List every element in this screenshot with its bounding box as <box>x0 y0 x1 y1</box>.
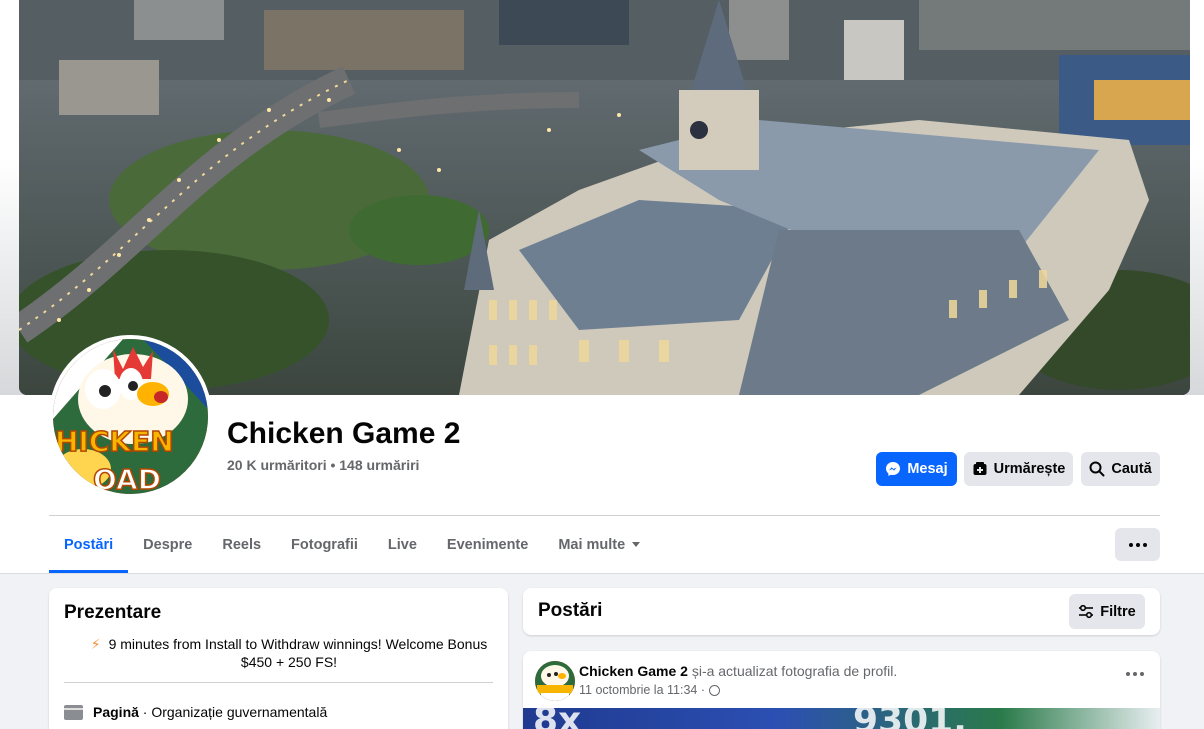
search-label: Caută <box>1111 461 1152 477</box>
profile-header: HICKEN OAD Chicken Game 2 20 K urmăritor… <box>0 0 1204 574</box>
tab-events[interactable]: Evenimente <box>432 516 543 573</box>
post-card: Chicken Game 2 și-a actualizat fotografi… <box>523 651 1160 729</box>
cover-backdrop <box>0 0 1204 395</box>
svg-text:HICKEN: HICKEN <box>55 425 174 458</box>
page-stats[interactable]: 20 K urmăritori • 148 urmăriri <box>227 456 419 474</box>
tab-live[interactable]: Live <box>373 516 432 573</box>
intro-divider <box>64 682 493 683</box>
filter-button[interactable]: Filtre <box>1069 594 1145 629</box>
bolt-icon: ⚡ <box>90 636 101 652</box>
search-icon <box>1089 461 1105 477</box>
intro-title: Prezentare <box>64 602 162 623</box>
more-options-button[interactable] <box>1115 528 1160 561</box>
svg-text:9301.: 9301. <box>853 708 967 729</box>
ellipsis-icon <box>1128 542 1133 547</box>
tab-more[interactable]: Mai multe <box>543 516 655 573</box>
post-headline: Chicken Game 2 și-a actualizat fotografi… <box>579 663 898 679</box>
message-button[interactable]: Mesaj <box>876 452 957 486</box>
tab-posts[interactable]: Postări <box>49 516 129 573</box>
category-icon <box>64 704 83 720</box>
tab-photos[interactable]: Fotografii <box>276 516 373 573</box>
post-date[interactable]: 11 octombrie la 11:34 · <box>579 683 705 697</box>
ellipsis-icon <box>1126 672 1130 676</box>
globe-icon <box>709 684 720 696</box>
post-author-avatar[interactable] <box>535 661 575 701</box>
message-label: Mesaj <box>907 461 948 477</box>
post-meta: 11 octombrie la 11:34 · <box>579 683 720 697</box>
svg-text:8x: 8x <box>533 708 581 729</box>
posts-title: Postări <box>538 600 603 621</box>
tab-about[interactable]: Despre <box>128 516 207 573</box>
follow-icon <box>973 462 987 475</box>
filter-icon <box>1079 604 1094 618</box>
tab-reels[interactable]: Reels <box>207 516 276 573</box>
caret-down-icon <box>632 542 641 547</box>
intro-card: Prezentare ⚡ 9 minutes from Install to Wi… <box>49 588 508 729</box>
post-image[interactable]: 8x 9301. <box>523 708 1160 729</box>
search-button[interactable]: Caută <box>1081 452 1160 486</box>
filter-label: Filtre <box>1100 603 1136 620</box>
svg-text:OAD: OAD <box>93 463 161 494</box>
post-options-button[interactable] <box>1126 669 1146 679</box>
profile-tabs: Postări Despre Reels Fotografii Live Eve… <box>49 516 655 574</box>
header-bottom-border <box>0 573 1204 574</box>
page-avatar[interactable]: HICKEN OAD <box>49 335 212 498</box>
cover-photo[interactable] <box>19 0 1190 395</box>
intro-category: Pagină · Organizație guvernamentală <box>64 704 327 720</box>
follow-label: Urmărește <box>993 461 1066 477</box>
post-author-link[interactable]: Chicken Game 2 <box>579 663 688 679</box>
messenger-icon <box>886 462 901 476</box>
follow-button[interactable]: Urmărește <box>964 452 1073 486</box>
intro-bio: ⚡ 9 minutes from Install to Withdraw winn… <box>90 636 488 670</box>
posts-header-card: Postări Filtre <box>523 588 1160 635</box>
page-title: Chicken Game 2 <box>227 417 461 450</box>
